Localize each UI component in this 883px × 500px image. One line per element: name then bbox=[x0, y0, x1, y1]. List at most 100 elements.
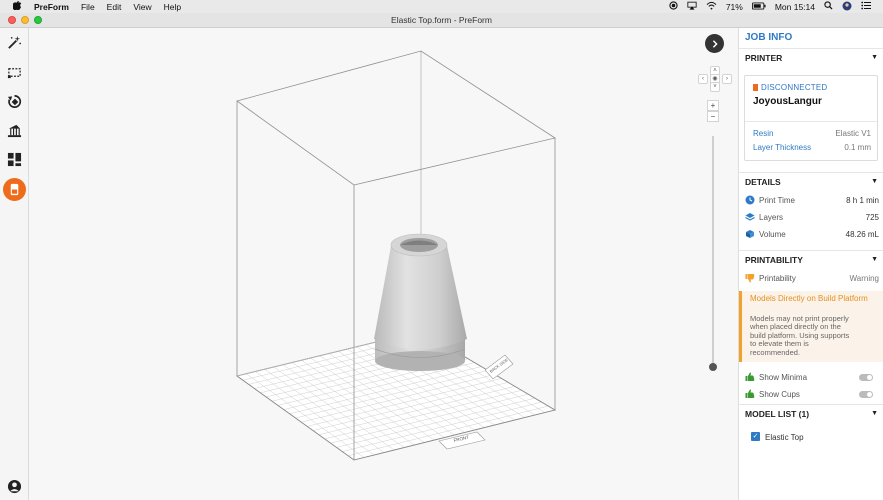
view-down-button[interactable]: ˅ bbox=[710, 82, 720, 92]
layers-icon bbox=[745, 213, 755, 221]
clock-icon bbox=[745, 195, 755, 205]
warning-body: Models may not print properly when place… bbox=[750, 314, 850, 357]
printer-header-label: PRINTER bbox=[745, 53, 783, 63]
view-left-button[interactable]: ‹ bbox=[698, 74, 708, 84]
show-minima-label: Show Minima bbox=[759, 373, 808, 382]
print-time-row: Print Time 8 h 1 min bbox=[745, 195, 879, 209]
zoom-controls: + − bbox=[707, 100, 721, 122]
details-header-label: DETAILS bbox=[745, 177, 781, 187]
magic-wand-icon bbox=[8, 35, 21, 49]
printer-card[interactable]: DISCONNECTED JoyousLangur Resin Elastic … bbox=[744, 75, 878, 161]
supports-icon bbox=[7, 124, 22, 138]
divider bbox=[745, 121, 877, 122]
layout-tool-button[interactable] bbox=[4, 149, 25, 170]
show-minima-row[interactable]: Show Minima bbox=[745, 372, 879, 386]
printability-label: Printability bbox=[759, 274, 796, 283]
window-title-bar[interactable]: Elastic Top.form - PreForm bbox=[0, 13, 883, 28]
menu-edit[interactable]: Edit bbox=[107, 2, 122, 12]
menu-file[interactable]: File bbox=[81, 2, 95, 12]
show-cups-toggle[interactable] bbox=[859, 391, 873, 398]
zoom-window-button[interactable] bbox=[34, 16, 42, 24]
build-volume-scene[interactable]: FRONT BACK SIDE bbox=[29, 28, 738, 500]
printer-status: DISCONNECTED bbox=[753, 83, 827, 92]
printer-status-text: DISCONNECTED bbox=[761, 83, 828, 92]
print-time-value: 8 h 1 min bbox=[846, 196, 879, 205]
battery-icon[interactable] bbox=[751, 2, 766, 12]
panel-title: JOB INFO bbox=[745, 32, 793, 43]
model-name: Elastic Top bbox=[765, 433, 804, 442]
account-button[interactable] bbox=[4, 476, 25, 497]
zoom-in-button[interactable]: + bbox=[707, 100, 719, 111]
printer-name: JoyousLangur bbox=[753, 96, 822, 107]
printer-job-icon bbox=[10, 183, 19, 196]
supports-tool-button[interactable] bbox=[4, 120, 25, 141]
printability-row: Printability Warning bbox=[745, 273, 879, 287]
chevron-down-icon: ▼ bbox=[871, 54, 878, 61]
airplay-icon[interactable] bbox=[687, 1, 697, 12]
model-list-item[interactable]: ✓ Elastic Top bbox=[745, 432, 879, 446]
layers-row: Layers 725 bbox=[745, 212, 879, 226]
account-user-icon bbox=[7, 479, 22, 494]
left-toolbar bbox=[0, 28, 29, 500]
layers-value: 725 bbox=[865, 213, 879, 222]
user-avatar-icon[interactable] bbox=[842, 1, 852, 13]
spotlight-search-icon[interactable] bbox=[824, 1, 833, 12]
printer-status-icon bbox=[753, 84, 758, 91]
selection-box-icon bbox=[7, 68, 21, 79]
menu-clock[interactable]: Mon 15:14 bbox=[775, 2, 815, 12]
printability-warning[interactable]: Models Directly on Build Platform Models… bbox=[739, 291, 883, 362]
layers-label: Layers bbox=[759, 213, 784, 222]
printability-section-header[interactable]: PRINTABILITY ▼ bbox=[739, 250, 883, 268]
print-time-label: Print Time bbox=[759, 196, 796, 205]
thumbs-up-icon bbox=[745, 372, 755, 381]
wifi-icon[interactable] bbox=[706, 1, 717, 12]
3d-viewport[interactable]: FRONT BACK SIDE ˄ ‹ ◉ › ˅ + − bbox=[29, 28, 738, 500]
volume-value: 48.26 mL bbox=[845, 230, 879, 239]
model-list-section-header[interactable]: MODEL LIST (1) ▼ bbox=[739, 404, 883, 422]
window-title: Elastic Top.form - PreForm bbox=[391, 15, 492, 25]
battery-percent: 71% bbox=[725, 1, 743, 12]
zoom-out-button[interactable]: − bbox=[707, 111, 719, 122]
thumbs-up-icon bbox=[745, 389, 755, 398]
notification-center-icon[interactable] bbox=[861, 1, 871, 12]
apple-menu-icon[interactable] bbox=[10, 1, 24, 12]
minimize-window-button[interactable] bbox=[21, 16, 29, 24]
menu-help[interactable]: Help bbox=[164, 2, 181, 12]
collapse-panel-button[interactable] bbox=[705, 34, 724, 53]
show-cups-row[interactable]: Show Cups bbox=[745, 389, 879, 403]
chevron-down-icon: ▼ bbox=[871, 410, 878, 417]
layer-thickness-value: 0.1 mm bbox=[844, 143, 871, 152]
details-section-header[interactable]: DETAILS ▼ bbox=[739, 172, 883, 190]
resin-label: Resin bbox=[753, 129, 774, 138]
layer-slider-handle[interactable] bbox=[709, 363, 717, 371]
warning-title: Models Directly on Build Platform bbox=[750, 294, 868, 303]
thumbs-down-icon bbox=[745, 274, 755, 283]
layer-thickness-row[interactable]: Layer Thickness 0.1 mm bbox=[753, 143, 871, 152]
select-tool-button[interactable] bbox=[4, 62, 25, 83]
printer-section-header[interactable]: PRINTER ▼ bbox=[739, 48, 883, 66]
view-dpad[interactable]: ˄ ‹ ◉ › ˅ bbox=[698, 66, 732, 92]
menu-view[interactable]: View bbox=[133, 2, 151, 12]
magic-wand-tool-button[interactable] bbox=[4, 32, 25, 53]
model-checkbox[interactable]: ✓ bbox=[751, 432, 760, 441]
printability-value: Warning bbox=[849, 274, 880, 283]
app-menu[interactable]: PreForm bbox=[34, 2, 69, 12]
job-info-tool-button[interactable] bbox=[3, 178, 26, 201]
resin-row[interactable]: Resin Elastic V1 bbox=[753, 129, 871, 138]
view-right-button[interactable]: › bbox=[722, 74, 732, 84]
volume-row: Volume 48.26 mL bbox=[745, 229, 879, 243]
show-minima-toggle[interactable] bbox=[859, 374, 873, 381]
chevron-down-icon: ▼ bbox=[871, 178, 878, 185]
printability-header-label: PRINTABILITY bbox=[745, 255, 803, 265]
model-list-header-label: MODEL LIST (1) bbox=[745, 409, 810, 419]
volume-label: Volume bbox=[759, 230, 786, 239]
volume-icon bbox=[746, 230, 754, 238]
close-window-button[interactable] bbox=[8, 16, 16, 24]
elastic-top-model[interactable] bbox=[374, 233, 467, 371]
rotate-orientation-icon bbox=[7, 95, 22, 108]
layer-slider-track[interactable] bbox=[712, 136, 714, 366]
record-icon[interactable] bbox=[669, 1, 678, 12]
job-info-panel: JOB INFO PRINTER ▼ DISCONNECTED JoyousLa… bbox=[738, 28, 883, 500]
orientation-tool-button[interactable] bbox=[4, 91, 25, 112]
show-cups-label: Show Cups bbox=[759, 390, 800, 399]
